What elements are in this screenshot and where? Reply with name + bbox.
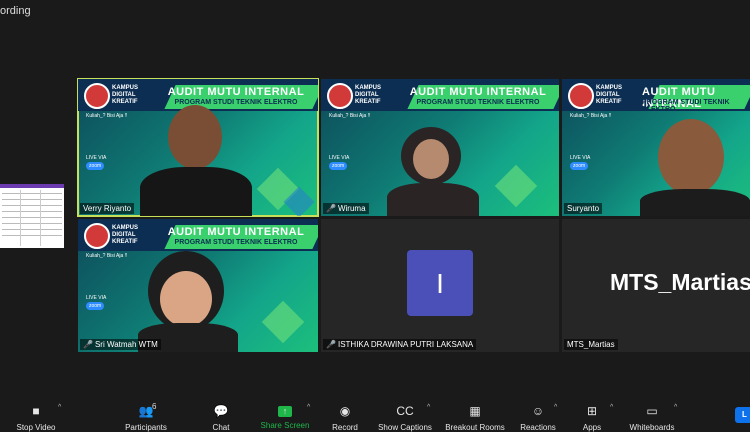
whiteboards-options-chevron-icon[interactable]: ^ bbox=[674, 404, 677, 411]
banner-tagline: Kuliah_? Bisi Aja !! bbox=[329, 113, 371, 119]
banner-subtitle: PROGRAM STUDI TEKNIK ELEKTRO bbox=[642, 99, 730, 113]
university-logo-icon bbox=[327, 83, 353, 109]
logo-text: KAMPUS DIGITAL KREATIF bbox=[355, 85, 382, 105]
muted-mic-icon: 🎤 bbox=[83, 340, 93, 349]
avatar-letter: I bbox=[436, 268, 444, 299]
participant-name: MTS_Martias bbox=[564, 339, 618, 350]
logo-text: KAMPUS DIGITAL KREATIF bbox=[596, 85, 623, 105]
participant-name: Suryanto bbox=[564, 203, 603, 214]
logo-text: KAMPUS DIGITAL KREATIF bbox=[112, 225, 139, 245]
banner-subtitle: PROGRAM STUDI TEKNIK ELEKTRO bbox=[416, 99, 540, 106]
recording-label: ording bbox=[0, 5, 31, 17]
shared-screen-thumbnail[interactable] bbox=[0, 184, 64, 248]
leave-button[interactable]: L bbox=[735, 407, 750, 423]
banner-tagline: Kuliah_? Bisi Aja !! bbox=[86, 253, 128, 259]
university-logo-icon bbox=[568, 83, 594, 109]
people-icon: 👥 bbox=[138, 404, 154, 418]
breakout-rooms-button[interactable]: ▦ Breakout Rooms bbox=[443, 405, 507, 432]
live-via-label: LIVE VIA bbox=[570, 155, 591, 161]
banner-subtitle: PROGRAM STUDI TEKNIK ELEKTRO bbox=[174, 99, 298, 106]
chat-bubble-icon: 💬 bbox=[213, 404, 229, 418]
banner-title: AUDIT MUTU INTERNAL bbox=[409, 86, 547, 98]
thumb-header bbox=[0, 184, 64, 188]
participant-body bbox=[387, 183, 479, 216]
zoom-badge: zoom bbox=[86, 162, 105, 170]
participant-face bbox=[658, 119, 724, 195]
banner-title: AUDIT MUTU INTERNAL bbox=[167, 86, 305, 98]
video-options-chevron-icon[interactable]: ^ bbox=[58, 404, 61, 411]
meeting-toolbar: ■ Stop Video ^ 👥 6 Participants 💬 Chat ↑… bbox=[0, 395, 750, 432]
participant-face bbox=[413, 139, 449, 179]
captions-options-chevron-icon[interactable]: ^ bbox=[427, 404, 430, 411]
muted-mic-icon: 🎤 bbox=[326, 340, 336, 349]
university-logo-icon bbox=[84, 83, 110, 109]
participant-body bbox=[140, 167, 252, 216]
participants-button[interactable]: 👥 6 Participants bbox=[114, 402, 178, 432]
participant-body bbox=[640, 189, 750, 216]
record-button[interactable]: ◉ Record bbox=[313, 405, 377, 432]
chat-button[interactable]: 💬 Chat bbox=[189, 405, 253, 432]
grid-icon: ▦ bbox=[469, 404, 481, 418]
participant-display-name: MTS_Martias bbox=[610, 269, 750, 295]
video-tile-wiruma[interactable]: KAMPUS DIGITAL KREATIF AUDIT MUTU INTERN… bbox=[321, 79, 559, 216]
video-tile-mts-martias[interactable]: MTS_Martias MTS_Martias bbox=[562, 219, 750, 352]
muted-mic-icon: 🎤 bbox=[326, 204, 336, 213]
apps-icon: ⊞ bbox=[586, 404, 598, 418]
zoom-badge: zoom bbox=[329, 162, 348, 170]
participant-name: 🎤 Wiruma bbox=[323, 203, 369, 214]
university-logo-icon bbox=[84, 223, 110, 249]
video-tile-sri-watmah[interactable]: KAMPUS DIGITAL KREATIF AUDIT MUTU INTERN… bbox=[78, 219, 318, 352]
participants-count: 6 bbox=[152, 402, 157, 411]
live-via-label: LIVE VIA bbox=[86, 295, 107, 301]
video-tile-suryanto[interactable]: KAMPUS DIGITAL KREATIF AUDIT MUTU INTERN… bbox=[562, 79, 750, 216]
video-tile-isthika[interactable]: I 🎤 ISTHIKA DRAWINA PUTRI LAKSANA bbox=[321, 219, 559, 352]
banner-subtitle: PROGRAM STUDI TEKNIK ELEKTRO bbox=[174, 239, 298, 246]
banner-tagline: Kuliah_? Bisi Aja !! bbox=[86, 113, 128, 119]
zoom-badge: zoom bbox=[570, 162, 589, 170]
participant-name: 🎤 ISTHIKA DRAWINA PUTRI LAKSANA bbox=[323, 339, 477, 350]
live-via-label: LIVE VIA bbox=[329, 155, 350, 161]
zoom-badge: zoom bbox=[86, 302, 105, 310]
apps-button[interactable]: ⊞ Apps bbox=[560, 405, 624, 432]
video-tile-verry-riyanto[interactable]: KAMPUS DIGITAL KREATIF AUDIT MUTU INTERN… bbox=[77, 78, 319, 217]
avatar: I bbox=[407, 250, 473, 316]
share-arrow-icon: ↑ bbox=[278, 406, 292, 417]
apps-options-chevron-icon[interactable]: ^ bbox=[610, 404, 613, 411]
reactions-options-chevron-icon[interactable]: ^ bbox=[554, 404, 557, 411]
participant-name: Verry Riyanto bbox=[80, 203, 135, 214]
participant-face bbox=[160, 271, 212, 327]
share-options-chevron-icon[interactable]: ^ bbox=[307, 404, 310, 411]
live-via-label: LIVE VIA bbox=[86, 155, 107, 161]
banner-tagline: Kuliah_? Bisi Aja !! bbox=[570, 113, 612, 119]
banner-title: AUDIT MUTU INTERNAL bbox=[167, 226, 305, 238]
logo-text: KAMPUS DIGITAL KREATIF bbox=[112, 85, 139, 105]
participant-name: 🎤 Sri Watmah WTM bbox=[80, 339, 161, 350]
participant-face bbox=[168, 105, 222, 169]
record-icon: ◉ bbox=[339, 404, 351, 418]
